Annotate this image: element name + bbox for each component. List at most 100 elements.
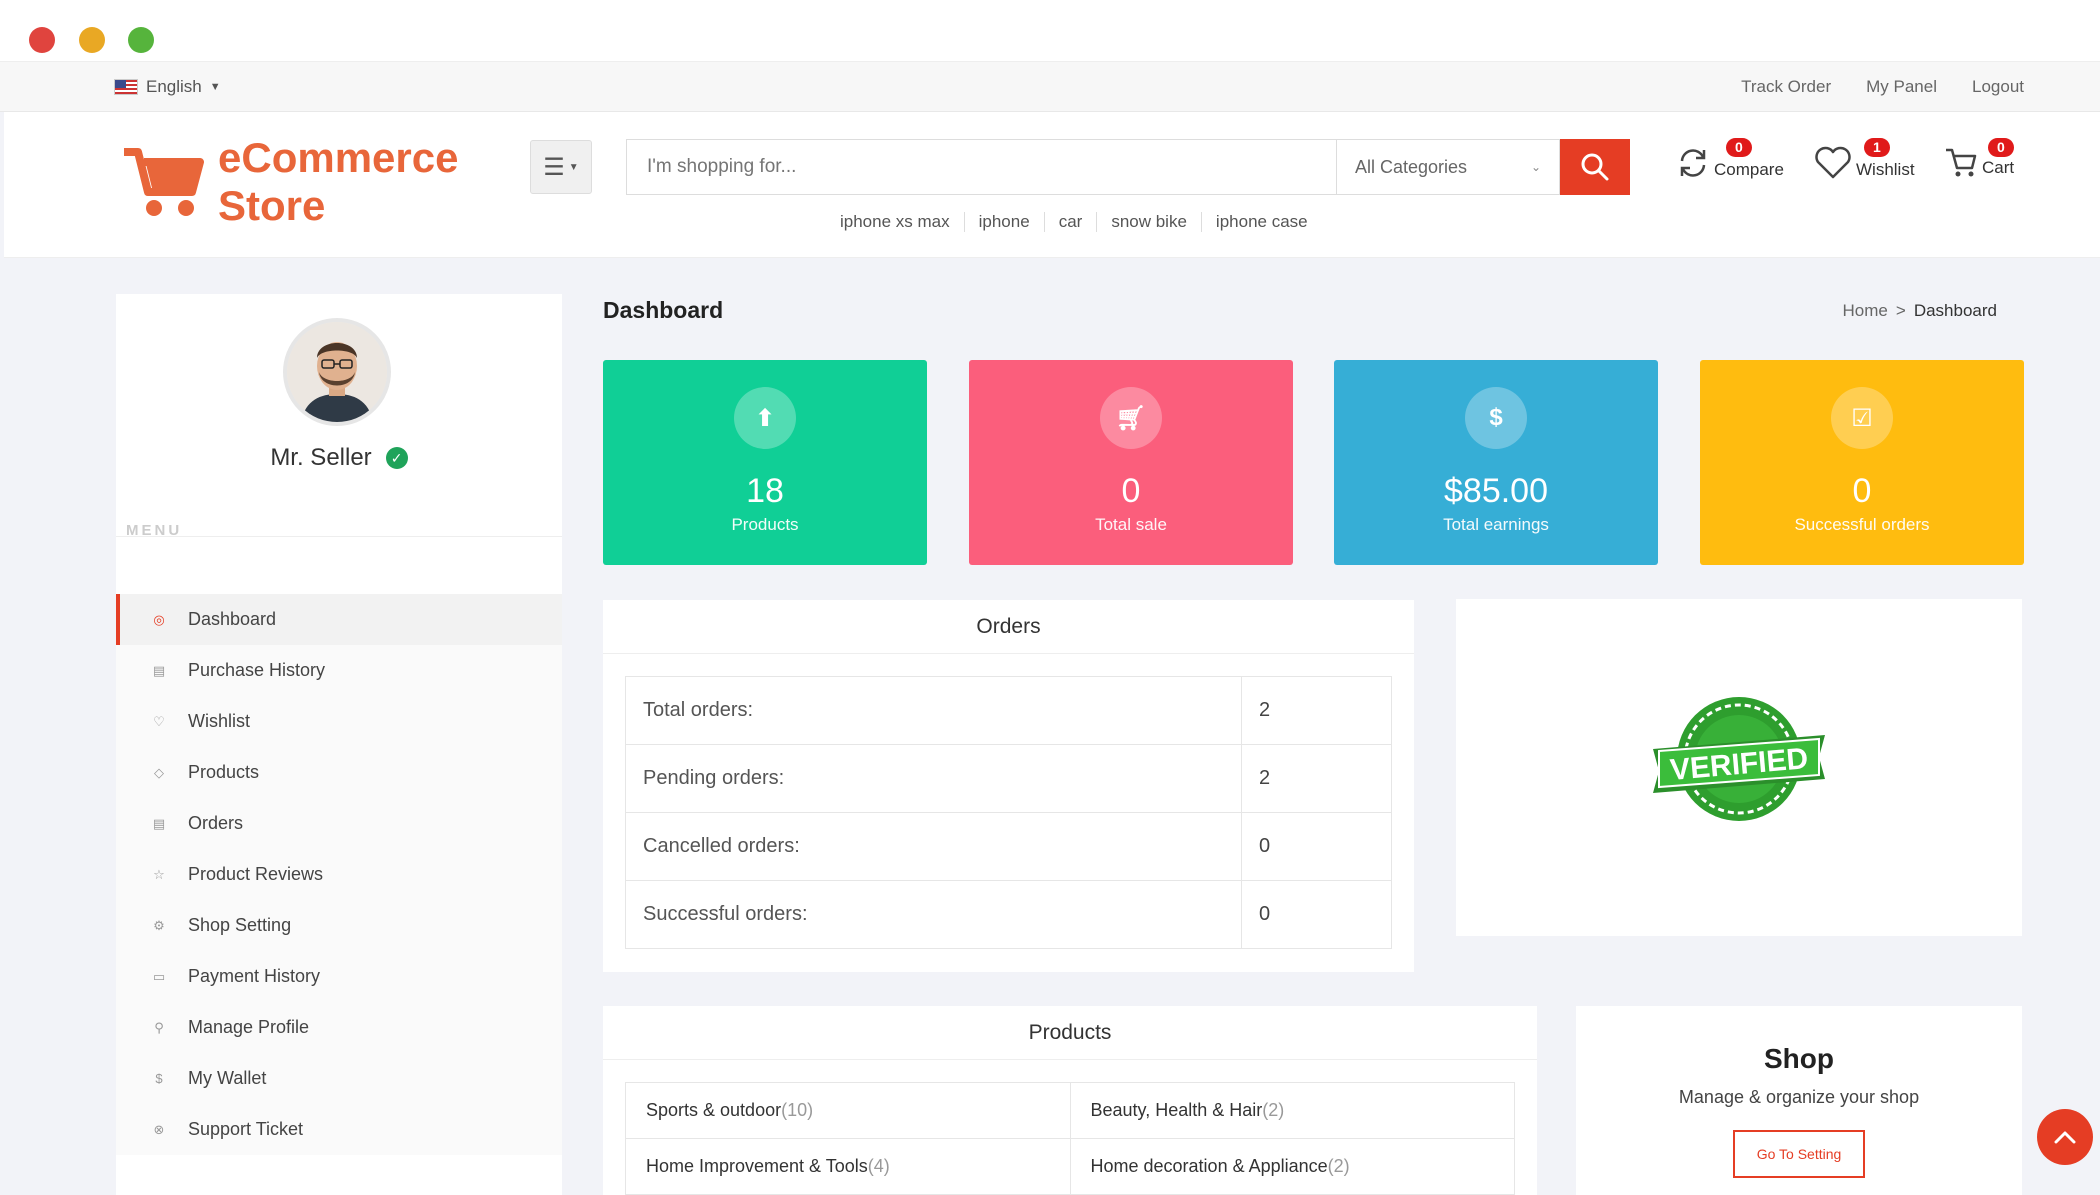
sidebar-item-label: Shop Setting bbox=[188, 915, 292, 935]
category-select[interactable]: All Categories ⌄ bbox=[1336, 139, 1560, 195]
sidebar-item-my-wallet[interactable]: $ My Wallet bbox=[116, 1053, 562, 1104]
sidebar-item-support-ticket[interactable]: ⊗ Support Ticket bbox=[116, 1104, 562, 1155]
logout-link[interactable]: Logout bbox=[1972, 77, 2024, 97]
us-flag-icon bbox=[114, 79, 138, 95]
wishlist-label: Wishlist bbox=[1856, 160, 1915, 179]
dollar-icon: $ bbox=[1465, 387, 1527, 449]
search-icon bbox=[1581, 153, 1609, 181]
chevron-up-icon bbox=[2054, 1131, 2076, 1144]
breadcrumb: Home > Dashboard bbox=[1843, 301, 1997, 321]
sidebar-item-label: Product Reviews bbox=[188, 864, 324, 884]
go-to-setting-button[interactable]: Go To Setting bbox=[1732, 1130, 1866, 1178]
maximize-window-button[interactable] bbox=[128, 27, 154, 53]
sidebar-item-wishlist[interactable]: ♡ Wishlist bbox=[116, 696, 562, 747]
search-button[interactable] bbox=[1560, 139, 1630, 195]
cart-button[interactable]: Cart 0 bbox=[1944, 138, 2015, 178]
category-name: Beauty, Health & Hair bbox=[1090, 1100, 1263, 1120]
sidebar-item-label: My Wallet bbox=[188, 1068, 267, 1088]
check-square-icon: ☑ bbox=[1831, 387, 1893, 449]
sidebar-item-purchase-history[interactable]: ▤ Purchase History bbox=[116, 645, 562, 696]
top-bar: English ▼ Track Order My Panel Logout bbox=[0, 62, 2100, 112]
support-icon: ⊗ bbox=[153, 1121, 165, 1137]
category-count: (10) bbox=[781, 1100, 814, 1120]
file-icon: ▤ bbox=[152, 662, 166, 678]
breadcrumb-home-link[interactable]: Home bbox=[1843, 301, 1888, 321]
sidebar-item-products[interactable]: ◇ Products bbox=[116, 747, 562, 798]
track-order-link[interactable]: Track Order bbox=[1741, 77, 1831, 97]
sidebar-menu: ◎ Dashboard ▤ Purchase History ♡ Wishlis… bbox=[116, 594, 562, 1155]
suggestion-link[interactable]: iphone xs max bbox=[826, 212, 965, 232]
dollar-icon: $ bbox=[155, 1071, 163, 1086]
logo-line-1: eCommerce bbox=[218, 134, 459, 181]
sidebar-item-manage-profile[interactable]: ⚲ Manage Profile bbox=[116, 1002, 562, 1053]
category-name: Home Improvement & Tools bbox=[646, 1156, 868, 1176]
hamburger-icon: ☰ bbox=[543, 153, 565, 181]
shop-title: Shop bbox=[1764, 1043, 1834, 1074]
category-menu-button[interactable]: ☰ ▼ bbox=[530, 140, 592, 194]
logo-line-2: Store bbox=[218, 182, 326, 229]
verified-card: VERIFIED bbox=[1456, 599, 2022, 936]
suggestion-link[interactable]: snow bike bbox=[1097, 212, 1202, 232]
my-panel-link[interactable]: My Panel bbox=[1866, 77, 1937, 97]
sidebar-item-label: Payment History bbox=[188, 966, 321, 986]
sidebar-item-dashboard[interactable]: ◎ Dashboard bbox=[116, 594, 562, 645]
avatar bbox=[283, 318, 391, 426]
refresh-icon bbox=[1680, 149, 1706, 177]
shop-card: Shop Manage & organize your shop Go To S… bbox=[1576, 1006, 2022, 1195]
category-count: (2) bbox=[1327, 1156, 1350, 1176]
category-cell[interactable]: Beauty, Health & Hair(2) bbox=[1069, 1082, 1515, 1139]
suggestion-link[interactable]: iphone bbox=[965, 212, 1045, 232]
sidebar-item-product-reviews[interactable]: ☆ Product Reviews bbox=[116, 849, 562, 900]
table-row: Total orders: 2 bbox=[625, 676, 1392, 745]
orders-value: 2 bbox=[1241, 744, 1392, 813]
table-row: Sports & outdoor(10) Beauty, Health & Ha… bbox=[625, 1082, 1515, 1139]
verified-check-icon: ✓ bbox=[385, 447, 408, 469]
products-card-title: Products bbox=[603, 1006, 1537, 1060]
sidebar-item-payment-history[interactable]: ▭ Payment History bbox=[116, 951, 562, 1002]
compare-button[interactable]: Compare 0 bbox=[1676, 138, 1784, 180]
sidebar-item-label: Dashboard bbox=[188, 609, 277, 629]
compare-count-badge: 0 bbox=[1726, 138, 1752, 157]
sidebar-item-label: Wishlist bbox=[188, 711, 250, 731]
category-cell[interactable]: Home Improvement & Tools(4) bbox=[625, 1138, 1071, 1195]
language-selector[interactable]: English ▼ bbox=[114, 77, 221, 97]
caret-down-icon: ▼ bbox=[209, 81, 221, 93]
wishlist-button[interactable]: Wishlist 1 bbox=[1814, 138, 1915, 180]
minimize-window-button[interactable] bbox=[79, 27, 105, 53]
shopping-cart-logo-icon bbox=[124, 148, 204, 216]
stat-card-successful-orders: ☑ 0 Successful orders bbox=[1700, 360, 2024, 565]
seller-name-row: Mr. Seller ✓ bbox=[116, 444, 562, 472]
back-to-top-button[interactable] bbox=[2037, 1109, 2093, 1165]
category-name: Home decoration & Appliance bbox=[1090, 1156, 1328, 1176]
suggestion-link[interactable]: car bbox=[1045, 212, 1098, 232]
close-window-button[interactable] bbox=[29, 27, 55, 53]
divider bbox=[116, 536, 562, 537]
site-logo[interactable]: eCommerce Store bbox=[122, 134, 458, 230]
verified-stamp-icon: VERIFIED bbox=[1653, 697, 1825, 821]
suggestion-link[interactable]: iphone case bbox=[1202, 212, 1322, 232]
orders-label: Total orders: bbox=[625, 676, 1242, 745]
gear-icon: ⚙ bbox=[153, 917, 165, 933]
sidebar-item-shop-setting[interactable]: ⚙ Shop Setting bbox=[116, 900, 562, 951]
stat-card-total-earnings: $ $85.00 Total earnings bbox=[1334, 360, 1658, 565]
file-icon: ▤ bbox=[152, 815, 166, 831]
category-cell[interactable]: Sports & outdoor(10) bbox=[625, 1082, 1071, 1139]
stat-label: Total sale bbox=[1095, 515, 1167, 534]
page-title: Dashboard bbox=[603, 297, 724, 323]
products-card: Products Sports & outdoor(10) Beauty, He… bbox=[603, 1006, 1537, 1195]
search-bar: All Categories ⌄ bbox=[626, 139, 1630, 195]
sidebar-item-orders[interactable]: ▤ Orders bbox=[116, 798, 562, 849]
user-icon: ⚲ bbox=[154, 1019, 164, 1035]
site-header: eCommerce Store ☰ ▼ All Categories ⌄ iph… bbox=[4, 112, 2100, 258]
heart-icon bbox=[1815, 146, 1851, 179]
category-cell[interactable]: Home decoration & Appliance(2) bbox=[1069, 1138, 1515, 1195]
star-icon: ☆ bbox=[153, 866, 165, 882]
category-count: (4) bbox=[867, 1156, 890, 1176]
chevron-down-icon: ⌄ bbox=[1530, 160, 1541, 174]
orders-value: 2 bbox=[1241, 676, 1392, 745]
cart-label: Cart bbox=[1982, 158, 2015, 177]
cart-icon bbox=[1946, 148, 1977, 177]
search-input[interactable] bbox=[626, 139, 1336, 195]
wishlist-count-badge: 1 bbox=[1864, 138, 1890, 157]
search-suggestions: iphone xs max iphone car snow bike iphon… bbox=[826, 212, 1322, 232]
